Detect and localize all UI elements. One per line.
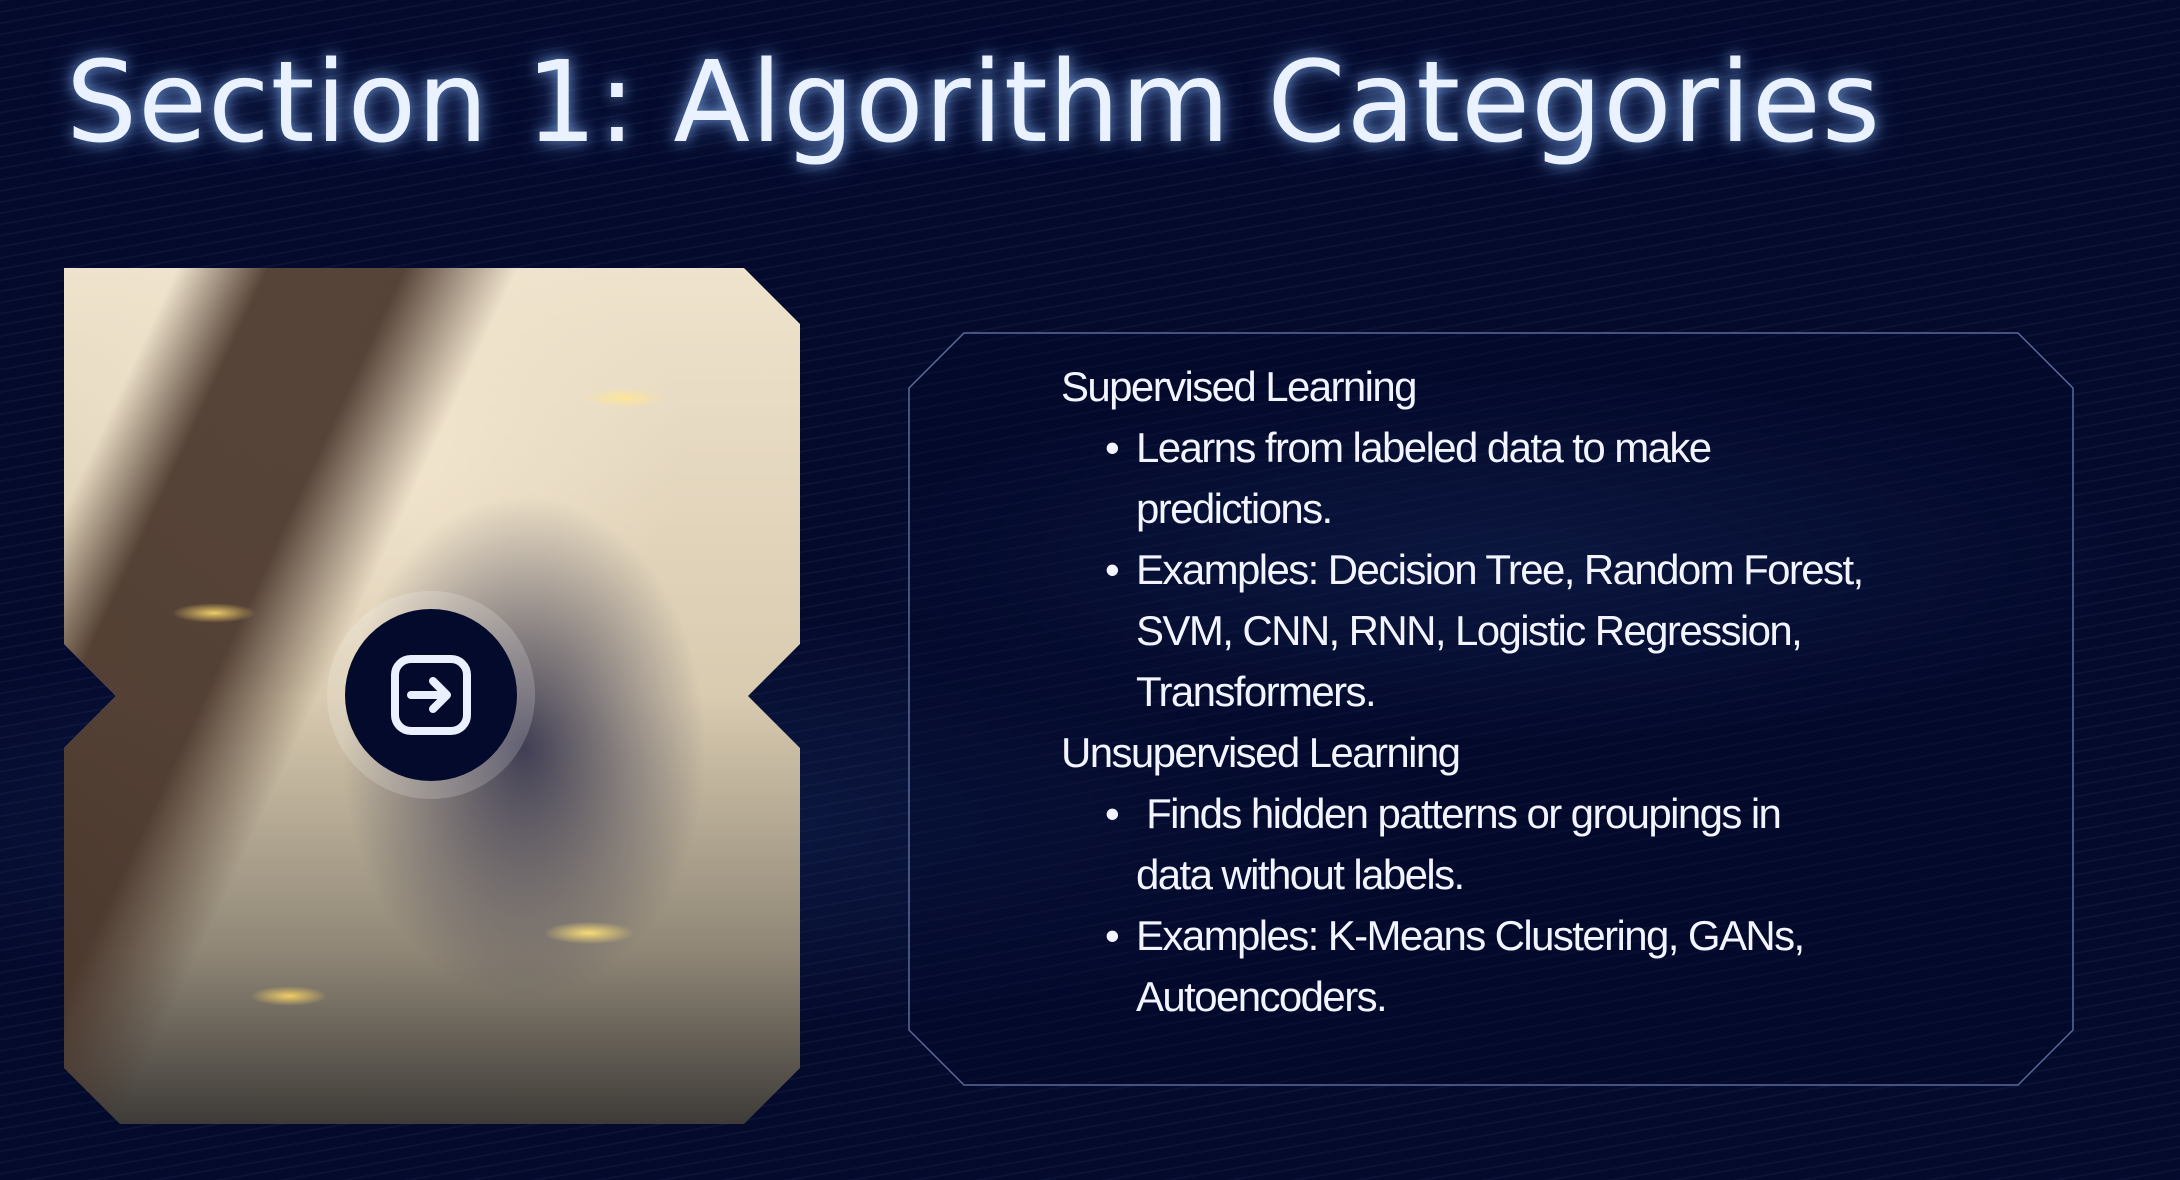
slide-title: Section 1: Algorithm Categories xyxy=(66,38,1882,168)
section-heading-supervised: Supervised Learning xyxy=(1061,363,1417,410)
unsupervised-list: Finds hidden patterns or groupings in da… xyxy=(1061,783,1916,1027)
list-item: Examples: K-Means Clustering, GANs, Auto… xyxy=(1105,905,1856,1027)
list-item: Learns from labeled data to make predict… xyxy=(1105,417,1796,539)
list-item: Examples: Decision Tree, Random Forest, … xyxy=(1105,539,1916,722)
list-item: Finds hidden patterns or groupings in da… xyxy=(1105,783,1856,905)
section-heading-unsupervised: Unsupervised Learning xyxy=(1061,729,1461,776)
content-panel: Supervised Learning Learns from labeled … xyxy=(908,332,2074,1086)
supervised-list: Learns from labeled data to make predict… xyxy=(1061,417,1916,722)
arrow-right-square-icon xyxy=(391,655,471,735)
next-button[interactable] xyxy=(345,609,517,781)
